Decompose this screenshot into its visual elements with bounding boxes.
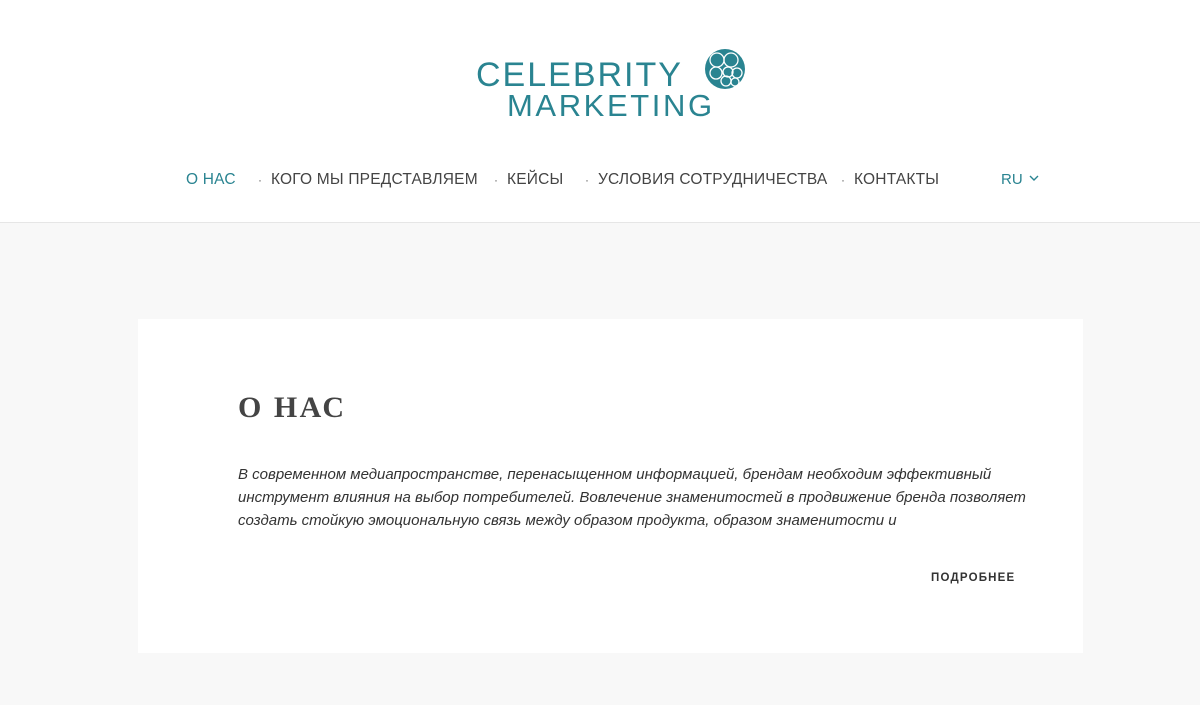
main-nav: О НАС · КОГО МЫ ПРЕДСТАВЛЯЕМ · КЕЙСЫ · У… (0, 168, 1200, 192)
nav-item-who-we-represent[interactable]: КОГО МЫ ПРЕДСТАВЛЯЕМ (271, 168, 478, 192)
about-text: В современном медиапространстве, перенас… (238, 466, 1026, 529)
site-header: CELEBRITY MARKETING О НАС · КОГО МЫ ПРЕД… (0, 0, 1200, 223)
nav-item-about[interactable]: О НАС (186, 168, 236, 192)
chevron-down-icon (1029, 175, 1039, 182)
about-title: О НАС (238, 391, 347, 424)
language-selector[interactable]: RU (1001, 168, 1039, 192)
nav-item-cooperation-terms[interactable]: УСЛОВИЯ СОТРУДНИЧЕСТВА (598, 168, 827, 192)
logo-line2: MARKETING (507, 88, 715, 123)
nav-separator: · (841, 173, 845, 187)
logo-mark-icon (705, 49, 745, 89)
nav-item-cases[interactable]: КЕЙСЫ (507, 168, 563, 192)
about-card: О НАС В современном медиапространстве, п… (138, 319, 1083, 653)
nav-separator: · (258, 173, 262, 187)
more-button[interactable]: ПОДРОБНЕЕ (931, 572, 1015, 584)
nav-separator: · (494, 173, 498, 187)
nav-separator: · (585, 173, 589, 187)
logo-line1: CELEBRITY (476, 56, 683, 94)
language-label: RU (1001, 171, 1023, 188)
logo[interactable]: CELEBRITY MARKETING (476, 46, 746, 122)
nav-item-contacts[interactable]: КОНТАКТЫ (854, 168, 939, 192)
